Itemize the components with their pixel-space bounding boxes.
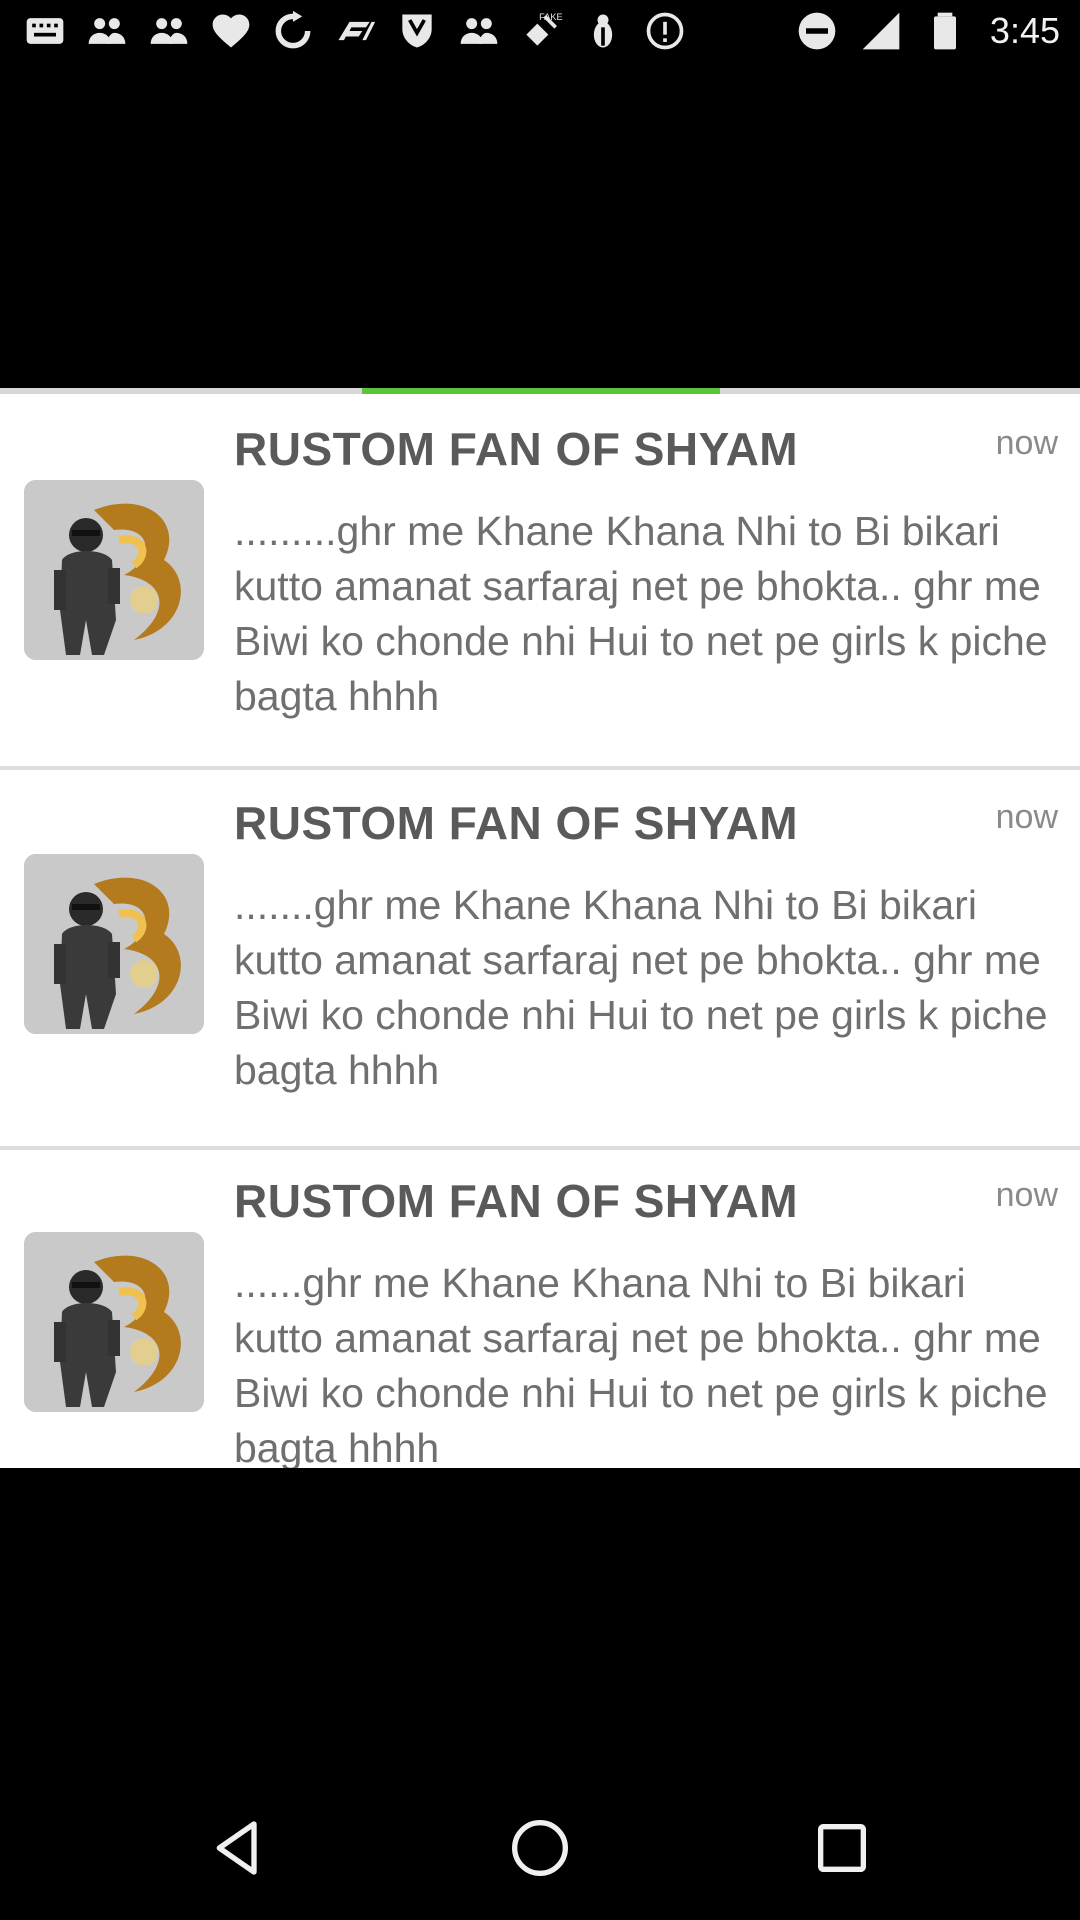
back-button[interactable] (196, 1806, 280, 1890)
recents-button[interactable] (800, 1806, 884, 1890)
avatar (24, 480, 204, 660)
notification-item[interactable]: RUSTOM FAN OF SHYAM now .......ghr me Kh… (0, 772, 1080, 1150)
home-icon (512, 1820, 568, 1876)
messages-icon (20, 6, 70, 56)
svg-text:FAKE: FAKE (539, 12, 562, 22)
people-icon (454, 6, 504, 56)
f1-icon (330, 6, 380, 56)
notification-divider (0, 766, 1080, 770)
status-bar: FAKE 3:45 (0, 0, 1080, 64)
notification-body: .......ghr me Khane Khana Nhi to Bi bika… (234, 882, 1048, 1093)
shield-icon (392, 6, 442, 56)
status-right-icons: 3:45 (792, 6, 1060, 56)
avatar (24, 854, 204, 1034)
refresh-icon (268, 6, 318, 56)
navigation-bar (0, 1776, 1080, 1920)
recents-icon (818, 1824, 866, 1872)
do-not-disturb-icon (792, 6, 842, 56)
satellite-fake-icon: FAKE (516, 6, 566, 56)
home-button[interactable] (498, 1806, 582, 1890)
notification-panel: RUSTOM FAN OF SHYAM now .........ghr me … (0, 388, 1080, 1468)
status-left-icons: FAKE (20, 6, 690, 56)
info-circle-icon (640, 6, 690, 56)
signal-icon (856, 6, 906, 56)
notification-time: now (995, 424, 1058, 462)
notification-title: RUSTOM FAN OF SHYAM (234, 423, 799, 475)
notification-title: RUSTOM FAN OF SHYAM (234, 797, 799, 849)
people-icon (82, 6, 132, 56)
heart-icon (206, 6, 256, 56)
back-icon (216, 1821, 257, 1875)
notification-title: RUSTOM FAN OF SHYAM (234, 1175, 799, 1227)
notification-body: ......ghr me Khane Khana Nhi to Bi bikar… (234, 1260, 1048, 1468)
status-time: 3:45 (989, 10, 1060, 51)
bug-icon (578, 6, 628, 56)
screen: FAKE 3:45 RUSTOM FAN OF SHYAM now ......… (0, 0, 1080, 1920)
notification-item[interactable]: RUSTOM FAN OF SHYAM now ......ghr me Kha… (0, 1150, 1080, 1468)
people-icon (144, 6, 194, 56)
notification-body: .........ghr me Khane Khana Nhi to Bi bi… (234, 508, 1048, 719)
notification-time: now (995, 1176, 1058, 1214)
battery-icon (920, 6, 970, 56)
notification-item[interactable]: RUSTOM FAN OF SHYAM now .........ghr me … (0, 394, 1080, 770)
notification-time: now (995, 798, 1058, 836)
avatar (24, 1232, 204, 1412)
